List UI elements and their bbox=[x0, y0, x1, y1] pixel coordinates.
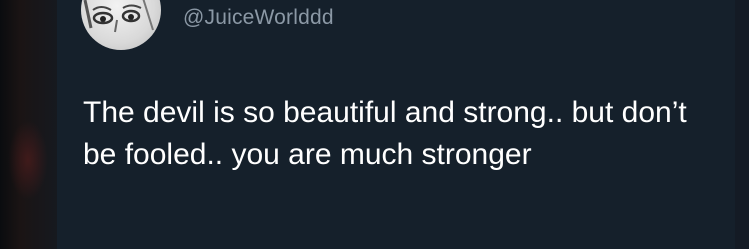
background-edge-right bbox=[735, 0, 749, 249]
background-edge-left bbox=[0, 0, 57, 249]
tweet-text: The devil is so beautiful and strong.. b… bbox=[83, 96, 687, 171]
background-image-fragment bbox=[8, 120, 48, 200]
avatar-image bbox=[83, 0, 154, 33]
user-handle[interactable]: @JuiceWorlddd bbox=[183, 6, 334, 30]
tweet-card[interactable]: @JuiceWorlddd The devil is so beautiful … bbox=[57, 0, 735, 249]
avatar[interactable] bbox=[81, 0, 161, 50]
